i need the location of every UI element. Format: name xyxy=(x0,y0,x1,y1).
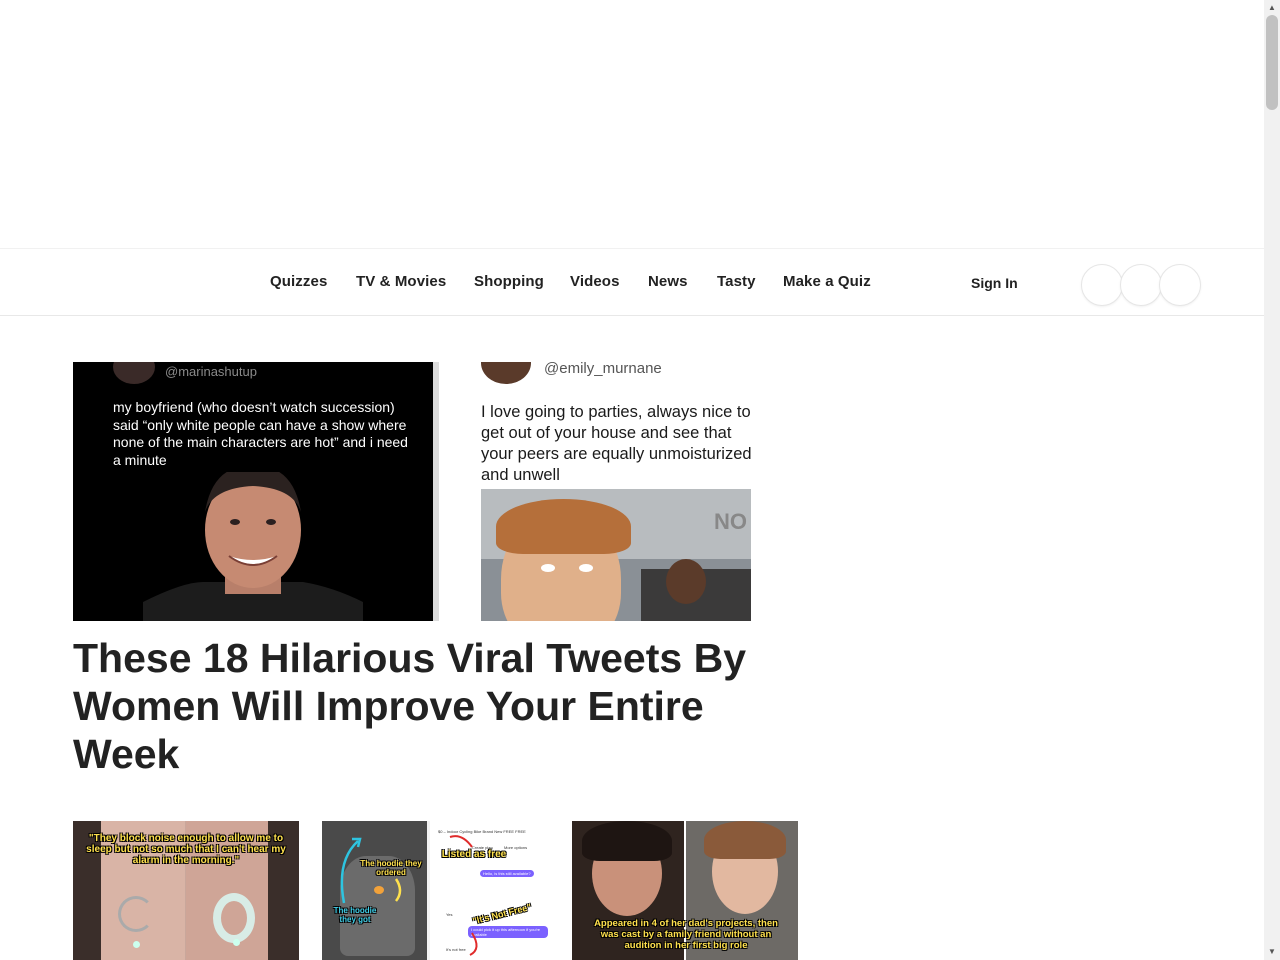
tweet-image-left: @marinashutup my boyfriend (who doesn’t … xyxy=(73,362,439,621)
nav-news[interactable]: News xyxy=(648,273,688,290)
main-nav: Quizzes TV & Movies Shopping Videos News… xyxy=(0,248,1264,316)
nav-videos[interactable]: Videos xyxy=(570,273,620,290)
nav-make-a-quiz[interactable]: Make a Quiz xyxy=(783,273,871,290)
tweet-handle: @marinashutup xyxy=(165,364,257,379)
man-photo xyxy=(143,472,363,621)
article-headline[interactable]: These 18 Hilarious Viral Tweets By Women… xyxy=(73,634,803,778)
nav-tasty[interactable]: Tasty xyxy=(717,273,756,290)
tv-still-photo: NO xyxy=(481,489,751,621)
scroll-down-arrow-icon[interactable]: ▼ xyxy=(1264,944,1280,960)
thumb-earplugs[interactable]: "They block noise enough to allow me to … xyxy=(73,821,299,960)
scrollbar[interactable]: ▲ ▼ xyxy=(1264,0,1280,960)
hero-image[interactable]: @marinashutup my boyfriend (who doesn’t … xyxy=(73,362,799,621)
ad-slot xyxy=(0,0,1264,248)
avatar xyxy=(113,362,155,384)
tweet-text: my boyfriend (who doesn’t watch successi… xyxy=(113,399,408,468)
thumb-hoodie[interactable]: The hoodie they ordered The hoodie they … xyxy=(322,821,548,960)
avatar xyxy=(481,362,531,384)
nav-shopping[interactable]: Shopping xyxy=(474,273,544,290)
annotation-arrows xyxy=(340,835,478,956)
scroll-up-arrow-icon[interactable]: ▲ xyxy=(1264,0,1280,16)
nav-icon-button-1[interactable] xyxy=(1081,264,1123,306)
nav-icon-button-2[interactable] xyxy=(1120,264,1162,306)
thumb-caption: Appeared in 4 of her dad's projects, the… xyxy=(594,918,778,951)
thumb-caption: "They block noise enough to allow me to … xyxy=(86,833,286,866)
sign-in-link[interactable]: Sign In xyxy=(971,275,1018,291)
nav-quizzes[interactable]: Quizzes xyxy=(270,273,327,290)
tweet-image-right: @emily_murnane I love going to parties, … xyxy=(439,362,799,621)
tweet-text: I love going to parties, always nice to … xyxy=(481,403,752,484)
thumb-actress[interactable]: Appeared in 4 of her dad's projects, the… xyxy=(572,821,798,960)
nav-icon-button-3[interactable] xyxy=(1159,264,1201,306)
scroll-thumb[interactable] xyxy=(1266,15,1278,110)
tweet-handle: @emily_murnane xyxy=(544,362,662,377)
nav-tv-movies[interactable]: TV & Movies xyxy=(356,273,446,290)
